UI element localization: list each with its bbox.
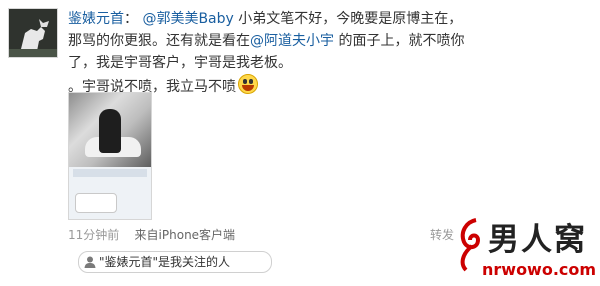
- forward-link[interactable]: 转发: [430, 226, 454, 243]
- post-source[interactable]: 来自iPhone客户端: [135, 228, 236, 242]
- post-text: 鉴婊元首： @郭美美Baby 小弟文笔不好，今晚要是原博主在，那骂的你更狠。还有…: [68, 8, 468, 98]
- watermark-url: nrwowo.com: [482, 260, 597, 279]
- mention-link-guomeimei[interactable]: @郭美美Baby: [142, 11, 233, 27]
- follow-note-text: "鉴婊元首"是我关注的人: [99, 255, 231, 269]
- photo-person: [99, 109, 121, 153]
- photo-chat-bubble: [75, 193, 117, 213]
- author-name-link[interactable]: 鉴婊元首: [68, 11, 124, 27]
- colon: ：: [124, 11, 138, 27]
- site-watermark: 男人窝 nrwowo.com: [452, 210, 598, 284]
- post-meta: 11分钟前 来自iPhone客户端: [68, 226, 235, 243]
- mention-link-adaofu[interactable]: @阿道夫小宇: [250, 33, 334, 49]
- avatar-goat-image: [9, 9, 57, 57]
- post-time-link[interactable]: 11分钟前: [68, 228, 119, 242]
- watermark-logo-text: 男人窝: [488, 222, 587, 258]
- photo-chat-screen: [69, 167, 151, 219]
- post-image-thumbnail[interactable]: [68, 92, 152, 220]
- user-icon: [84, 256, 96, 268]
- post-content: 鉴婊元首： @郭美美Baby 小弟文笔不好，今晚要是原博主在，那骂的你更狠。还有…: [68, 8, 468, 98]
- avatar[interactable]: [8, 8, 58, 58]
- photo-chat-bar: [73, 169, 147, 177]
- laughing-emoji-icon: [238, 74, 258, 94]
- follow-note-pill: "鉴婊元首"是我关注的人: [78, 251, 272, 273]
